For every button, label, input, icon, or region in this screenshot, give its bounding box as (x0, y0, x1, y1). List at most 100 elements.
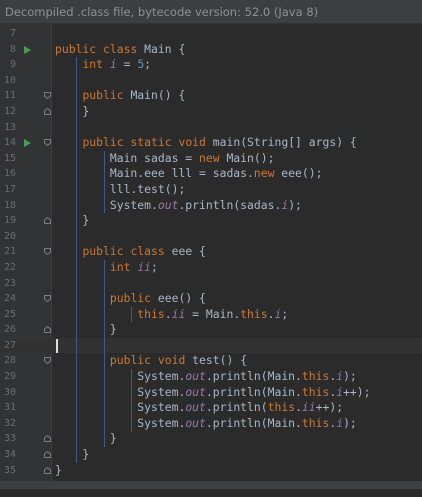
code-text: int i = 5; (82, 57, 152, 72)
code-text: public class Main { (55, 41, 186, 56)
line-number: 22 (3, 261, 16, 273)
code-line[interactable]: 14 public static void main(String[] args… (0, 135, 422, 151)
line-number: 12 (3, 105, 16, 117)
line-number: 27 (3, 339, 16, 351)
line-number: 13 (3, 121, 16, 133)
code-line[interactable]: 18 System.out.println(sadas.i); (0, 198, 422, 214)
line-number: 24 (3, 293, 16, 305)
code-line[interactable]: 23 (0, 276, 422, 292)
code-line[interactable]: 7 (0, 26, 422, 42)
code-text: } (55, 103, 90, 118)
fold-open-icon[interactable] (44, 92, 51, 100)
line-number: 10 (3, 74, 16, 86)
code-line[interactable]: 32 System.out.println(Main.this.i); (0, 416, 422, 432)
text-caret (56, 338, 58, 353)
run-icon[interactable] (24, 45, 31, 54)
code-line[interactable]: 9 int i = 5; (0, 57, 422, 73)
line-number: 11 (3, 90, 16, 102)
line-number: 21 (3, 246, 16, 258)
code-line[interactable]: 17 lll.test(); (0, 182, 422, 198)
fold-open-icon[interactable] (44, 357, 51, 365)
fold-close-icon[interactable] (44, 451, 51, 459)
code-line[interactable]: 12 } (0, 104, 422, 120)
code-line[interactable]: 31 System.out.println(this.ii++); (0, 400, 422, 416)
code-text: public class eee { (82, 244, 206, 259)
code-line[interactable]: 35} (0, 463, 422, 479)
line-number: 31 (3, 402, 16, 414)
line-number: 18 (3, 199, 16, 211)
code-text: System.out.println(this.ii++); (55, 400, 344, 415)
code-text: Main sadas = new Main(); (55, 150, 275, 165)
code-line[interactable]: 30 System.out.println(Main.this.i++); (0, 385, 422, 401)
fold-close-icon[interactable] (44, 107, 51, 115)
line-number: 30 (3, 386, 16, 398)
indent-guide (103, 260, 105, 448)
indent-guide (76, 57, 78, 463)
line-number: 29 (3, 371, 16, 383)
code-editor[interactable]: 7 8 public class Main {9 int i = 5; 10 11 pu… (0, 24, 422, 489)
fold-open-icon[interactable] (44, 139, 51, 147)
code-line[interactable]: 33 } (0, 431, 422, 447)
code-line[interactable]: 28 public void test() { (0, 353, 422, 369)
fold-close-icon[interactable] (44, 326, 51, 334)
fold-open-icon[interactable] (44, 248, 51, 256)
line-number: 34 (3, 449, 16, 461)
code-text: public eee() { (109, 291, 206, 306)
code-line[interactable]: 25 this.ii = Main.this.i; (0, 307, 422, 323)
line-number: 9 (9, 59, 16, 71)
line-number: 32 (3, 417, 16, 429)
code-line[interactable]: 11 public Main() { (0, 88, 422, 104)
code-text: this.ii = Main.this.i; (137, 306, 289, 321)
code-line[interactable]: 27 (0, 337, 422, 354)
line-number: 33 (3, 433, 16, 445)
fold-open-icon[interactable] (44, 295, 51, 303)
fold-close-icon[interactable] (44, 217, 51, 225)
code-text: public Main() { (82, 88, 186, 103)
code-line[interactable]: 15 Main sadas = new Main(); (0, 151, 422, 167)
line-number: 23 (3, 277, 16, 289)
line-number: 14 (3, 137, 16, 149)
code-text: } (55, 447, 90, 462)
line-number: 15 (3, 152, 16, 164)
code-text: System.out.println(Main.this.i); (55, 369, 357, 384)
horizontal-scrollbar[interactable] (0, 481, 422, 489)
code-line[interactable]: 16 Main.eee lll = sadas.new eee(); (0, 166, 422, 182)
code-lines: 7 8 public class Main {9 int i = 5; 10 11 pu… (0, 26, 422, 478)
code-text: } (55, 462, 62, 477)
code-text: System.out.println(sadas.i); (55, 197, 302, 212)
code-text: System.out.println(Main.this.i); (55, 415, 357, 430)
indent-guide (103, 150, 105, 214)
line-number: 19 (3, 215, 16, 227)
line-number: 20 (3, 230, 16, 242)
code-line[interactable]: 34 } (0, 447, 422, 463)
line-number: 28 (3, 355, 16, 367)
code-text: } (55, 213, 90, 228)
code-line[interactable]: 21 public class eee { (0, 244, 422, 260)
code-text: lll.test(); (55, 181, 186, 196)
fold-close-icon[interactable] (44, 466, 51, 474)
code-line[interactable]: 26 } (0, 322, 422, 338)
line-number: 7 (9, 28, 16, 39)
code-line[interactable]: 22 int ii; (0, 260, 422, 276)
line-number: 16 (3, 168, 16, 180)
code-line[interactable]: 19 } (0, 213, 422, 229)
run-icon[interactable] (24, 139, 31, 148)
line-number: 35 (3, 464, 16, 476)
code-text: int ii; (109, 259, 158, 274)
code-line[interactable]: 24 public eee() { (0, 291, 422, 307)
code-line[interactable]: 13 (0, 120, 422, 136)
line-number: 8 (9, 43, 16, 55)
code-line[interactable]: 29 System.out.println(Main.this.i); (0, 369, 422, 385)
code-text: } (55, 431, 117, 446)
code-text: Main.eee lll = sadas.new eee(); (55, 166, 323, 181)
fold-close-icon[interactable] (44, 435, 51, 443)
code-text: } (55, 322, 117, 337)
code-line[interactable]: 8 public class Main { (0, 42, 422, 58)
indent-guide (131, 306, 133, 323)
code-line[interactable]: 10 (0, 73, 422, 89)
code-text: public void test() { (109, 353, 248, 368)
line-number: 25 (3, 308, 16, 320)
code-text: public static void main(String[] args) { (82, 135, 357, 150)
code-line[interactable]: 20 (0, 229, 422, 245)
line-number: 26 (3, 324, 16, 336)
